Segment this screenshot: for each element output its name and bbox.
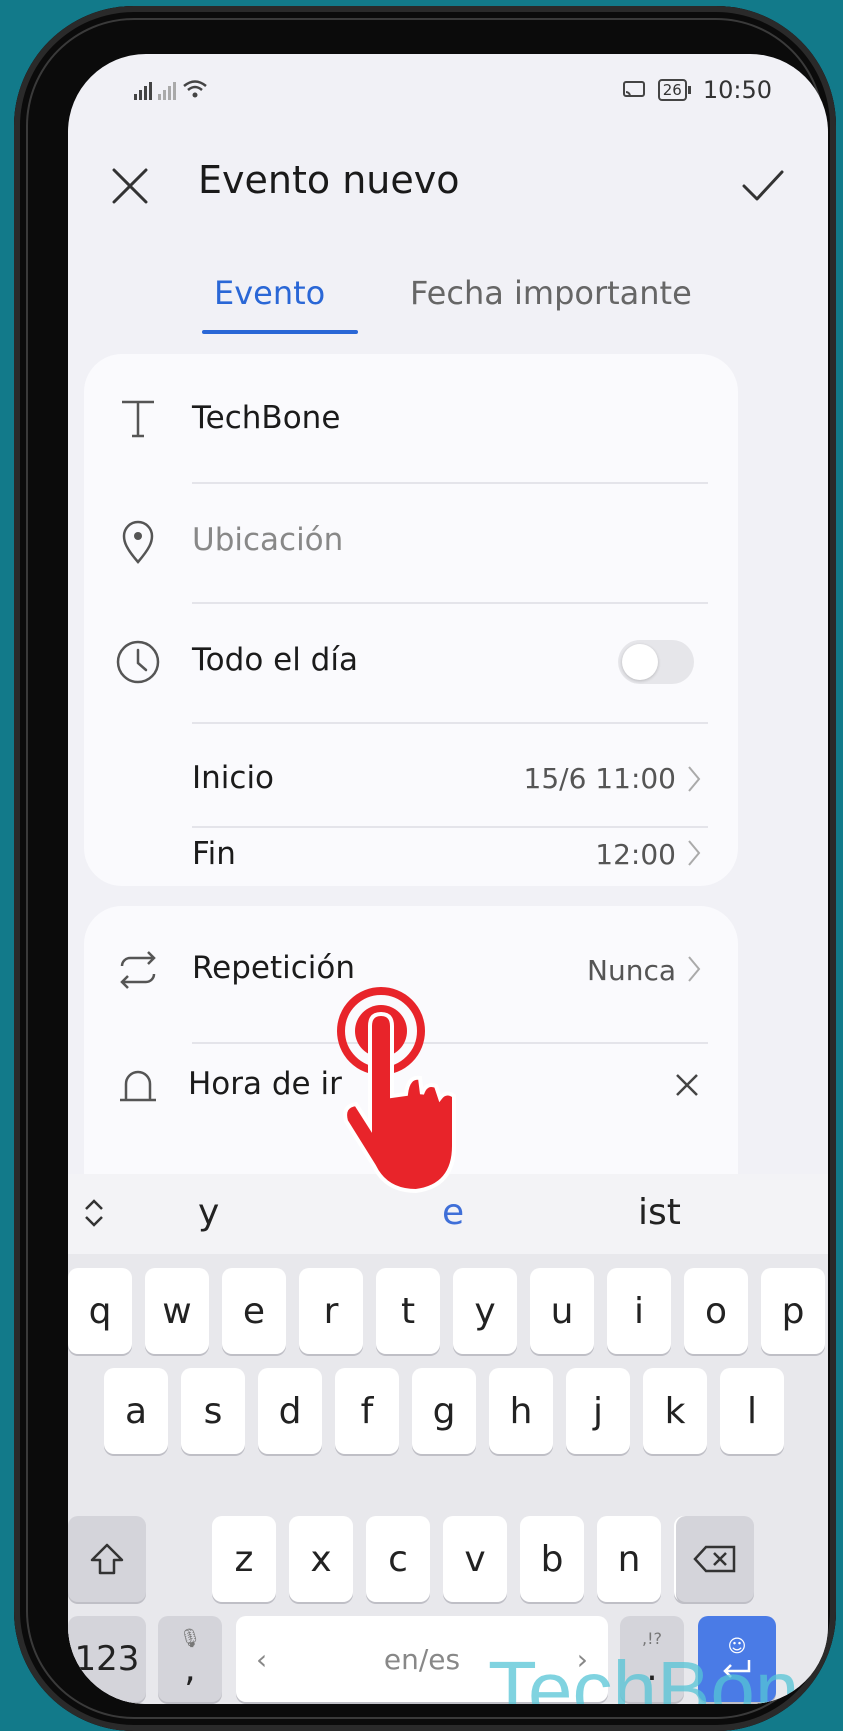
mic-icon: 🎙 xyxy=(178,1628,202,1649)
key-k[interactable]: k xyxy=(643,1368,707,1454)
key-u[interactable]: u xyxy=(530,1268,594,1354)
key-o[interactable]: o xyxy=(684,1268,748,1354)
check-icon[interactable] xyxy=(740,162,786,208)
key-y[interactable]: y xyxy=(453,1268,517,1354)
key-j[interactable]: j xyxy=(566,1368,630,1454)
keyboard: y e ist qwertyuiopasdfghjklzxcvbnm 123 🎙… xyxy=(68,1174,828,1704)
event-details-card: TechBone Ubicación Todo el día Inicio 15… xyxy=(84,354,738,886)
key-l[interactable]: l xyxy=(720,1368,784,1454)
key-f[interactable]: f xyxy=(335,1368,399,1454)
watermark: TechBone xyxy=(488,1645,828,1704)
backspace-key[interactable] xyxy=(676,1516,754,1602)
comma-label: , xyxy=(184,1649,196,1690)
end-value: 12:00 xyxy=(595,838,676,871)
phone-frame: 26 10:50 Evento nuevo Evento Fecha impor… xyxy=(14,6,836,1731)
start-value: 15/6 11:00 xyxy=(523,762,676,795)
space-label: en/es xyxy=(383,1642,461,1676)
location-pin-icon xyxy=(122,520,154,564)
tab-evento[interactable]: Evento xyxy=(214,274,325,312)
title-row[interactable]: TechBone xyxy=(84,394,738,454)
repeat-label: Repetición xyxy=(192,950,356,986)
key-r[interactable]: r xyxy=(299,1268,363,1354)
key-q[interactable]: q xyxy=(68,1268,132,1354)
start-label: Inicio xyxy=(192,760,275,796)
all-day-toggle[interactable] xyxy=(618,640,694,684)
key-t[interactable]: t xyxy=(376,1268,440,1354)
key-b[interactable]: b xyxy=(520,1516,584,1602)
app-header: Evento nuevo xyxy=(68,144,828,224)
shift-icon xyxy=(90,1543,124,1575)
divider xyxy=(192,602,708,604)
signal-icon xyxy=(134,80,152,100)
wifi-icon xyxy=(183,80,207,98)
repeat-icon xyxy=(120,951,156,989)
key-h[interactable]: h xyxy=(489,1368,553,1454)
location-row[interactable]: Ubicación xyxy=(84,514,738,574)
tab-indicator xyxy=(202,330,358,334)
key-i[interactable]: i xyxy=(607,1268,671,1354)
tab-fecha-importante[interactable]: Fecha importante xyxy=(410,274,692,312)
page-title: Evento nuevo xyxy=(198,158,460,202)
signal-indicators xyxy=(134,78,208,100)
cursor-left-icon: ‹ xyxy=(256,1642,268,1676)
tab-bar: Evento Fecha importante xyxy=(68,274,828,354)
key-s[interactable]: s xyxy=(181,1368,245,1454)
all-day-row: Todo el día xyxy=(84,632,738,692)
bell-icon xyxy=(120,1070,156,1102)
key-c[interactable]: c xyxy=(366,1516,430,1602)
key-x[interactable]: x xyxy=(289,1516,353,1602)
shift-key[interactable] xyxy=(68,1516,146,1602)
suggestion-1[interactable]: y xyxy=(198,1192,219,1233)
end-label: Fin xyxy=(192,836,236,872)
end-row[interactable]: Fin 12:00 xyxy=(84,828,738,888)
battery-icon: 26 xyxy=(657,79,691,101)
comma-key[interactable]: 🎙 , xyxy=(158,1616,222,1702)
reminder-label: Hora de ir xyxy=(188,1066,342,1102)
status-bar: 26 10:50 xyxy=(68,72,828,112)
expand-icon[interactable] xyxy=(82,1198,106,1228)
close-icon[interactable] xyxy=(108,164,152,208)
tap-gesture-icon xyxy=(337,987,456,1194)
status-time: 10:50 xyxy=(702,76,772,104)
chevron-right-icon xyxy=(688,840,701,866)
cast-icon xyxy=(622,81,645,97)
status-right: 26 10:50 xyxy=(622,76,772,104)
key-v[interactable]: v xyxy=(443,1516,507,1602)
repeat-value: Nunca xyxy=(587,954,676,987)
title-input[interactable]: TechBone xyxy=(192,400,340,436)
backspace-icon xyxy=(693,1545,736,1573)
start-row[interactable]: Inicio 15/6 11:00 xyxy=(84,734,738,824)
numbers-key[interactable]: 123 xyxy=(68,1616,146,1702)
key-z[interactable]: z xyxy=(212,1516,276,1602)
key-n[interactable]: n xyxy=(597,1516,661,1602)
chevron-right-icon xyxy=(688,766,701,792)
all-day-label: Todo el día xyxy=(192,642,358,678)
divider xyxy=(192,722,708,724)
location-input[interactable]: Ubicación xyxy=(192,522,343,558)
suggestion-3[interactable]: ist xyxy=(638,1192,681,1233)
key-g[interactable]: g xyxy=(412,1368,476,1454)
signal-2-icon xyxy=(158,80,176,100)
key-a[interactable]: a xyxy=(104,1368,168,1454)
text-icon xyxy=(122,400,154,438)
divider xyxy=(192,482,708,484)
key-w[interactable]: w xyxy=(145,1268,209,1354)
key-d[interactable]: d xyxy=(258,1368,322,1454)
clear-icon[interactable] xyxy=(674,1072,700,1098)
key-p[interactable]: p xyxy=(761,1268,825,1354)
clock-icon xyxy=(116,640,160,684)
screen: 26 10:50 Evento nuevo Evento Fecha impor… xyxy=(68,54,828,1704)
chevron-right-icon xyxy=(688,956,701,982)
key-e[interactable]: e xyxy=(222,1268,286,1354)
